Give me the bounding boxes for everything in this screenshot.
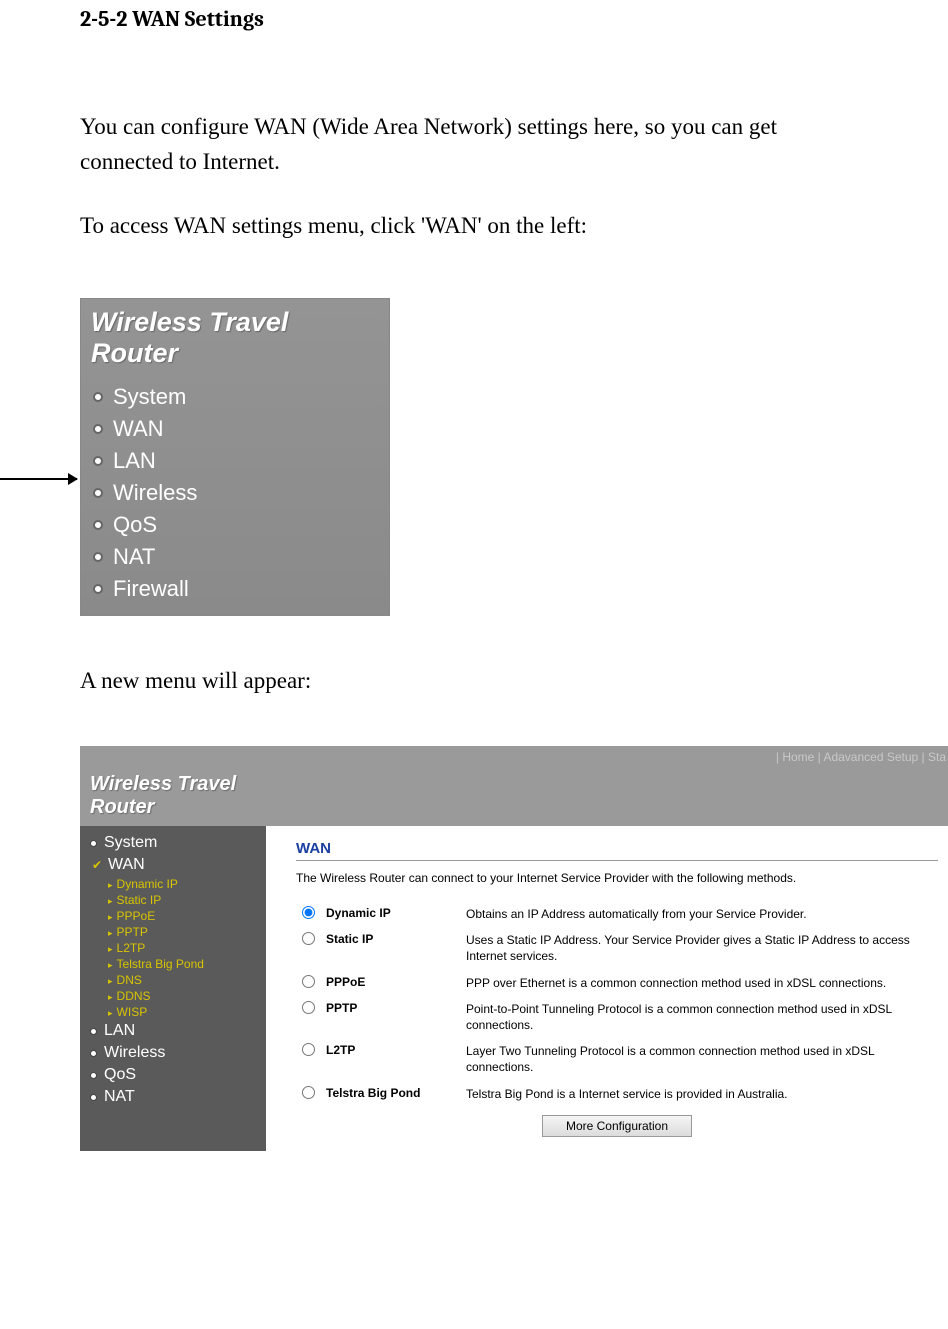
- sidebar-item-label: WAN: [108, 856, 145, 874]
- option-desc: Point-to-Point Tunneling Protocol is a c…: [466, 1001, 938, 1033]
- wan-option-dynamic-ip: Dynamic IP Obtains an IP Address automat…: [296, 901, 938, 927]
- figure-wan-page: | Home | Adavanced Setup | Sta Wireless …: [80, 746, 948, 1151]
- sidebar-item-system[interactable]: System: [80, 832, 266, 854]
- top-links-bar: | Home | Adavanced Setup | Sta: [80, 746, 948, 768]
- option-desc: Layer Two Tunneling Protocol is a common…: [466, 1043, 938, 1075]
- pointer-arrow: [0, 478, 77, 480]
- option-desc: Uses a Static IP Address. Your Service P…: [466, 932, 938, 964]
- radio-pppoe[interactable]: [302, 975, 315, 988]
- bullet-icon: [93, 392, 103, 402]
- sidebar-item-lan[interactable]: LAN: [80, 1020, 266, 1042]
- section-heading: 2-5-2 WAN Settings: [80, 6, 868, 32]
- bullet-icon: [90, 1072, 97, 1079]
- radio-static-ip[interactable]: [302, 932, 315, 945]
- sidebar-item-label: LAN: [104, 1022, 135, 1040]
- wan-option-telstra: Telstra Big Pond Telstra Big Pond is a I…: [296, 1081, 938, 1107]
- sidebar-item-label: LAN: [113, 448, 156, 474]
- sidebar-item-label: System: [104, 834, 157, 852]
- bullet-icon: [90, 1050, 97, 1057]
- sidebar-sub-dns[interactable]: DNS: [80, 972, 266, 988]
- router-header-line2: Router: [90, 796, 154, 818]
- sidebar-list: System WAN LAN Wireless QoS NAT Firewall: [81, 375, 389, 615]
- sidebar-item-label: Wireless: [113, 480, 197, 506]
- router-header-line1: Wireless Travel: [90, 773, 236, 795]
- radio-telstra[interactable]: [302, 1086, 315, 1099]
- sidebar-item-nat[interactable]: NAT: [81, 541, 389, 573]
- sidebar-item-label: WAN: [113, 416, 164, 442]
- router-title-line2: Router: [91, 338, 178, 368]
- intro-paragraph-1: You can configure WAN (Wide Area Network…: [80, 110, 868, 179]
- sidebar-item-label: QoS: [113, 512, 157, 538]
- option-name: Dynamic IP: [326, 906, 466, 920]
- option-name: L2TP: [326, 1043, 466, 1057]
- sidebar-item-qos[interactable]: QoS: [81, 509, 389, 541]
- wan-option-pppoe: PPPoE PPP over Ethernet is a common conn…: [296, 970, 938, 996]
- sidebar-sub-wisp[interactable]: WISP: [80, 1004, 266, 1020]
- sidebar-item-lan[interactable]: LAN: [81, 445, 389, 477]
- router-header: Wireless Travel Router: [80, 768, 948, 826]
- figure-sidebar-menu: Wireless Travel Router System WAN LAN Wi…: [80, 298, 390, 616]
- sidebar-item-wan[interactable]: WAN: [81, 413, 389, 445]
- sidebar-item-qos[interactable]: QoS: [80, 1064, 266, 1086]
- radio-l2tp[interactable]: [302, 1043, 315, 1056]
- wan-description: The Wireless Router can connect to your …: [296, 871, 938, 885]
- sidebar-item-label: NAT: [104, 1088, 135, 1106]
- sidebar-item-system[interactable]: System: [81, 381, 389, 413]
- sidebar-sub-dynamic-ip[interactable]: Dynamic IP: [80, 876, 266, 892]
- option-name: Telstra Big Pond: [326, 1086, 466, 1100]
- bullet-icon: [93, 552, 103, 562]
- sidebar-item-nat[interactable]: NAT: [80, 1086, 266, 1108]
- radio-pptp[interactable]: [302, 1001, 315, 1014]
- sidebar-item-label: Wireless: [104, 1044, 165, 1062]
- wan-option-pptp: PPTP Point-to-Point Tunneling Protocol i…: [296, 996, 938, 1038]
- bullet-icon: [90, 1094, 97, 1101]
- bullet-icon: [90, 1028, 97, 1035]
- option-desc: Obtains an IP Address automatically from…: [466, 906, 938, 922]
- option-name: Static IP: [326, 932, 466, 946]
- option-desc: Telstra Big Pond is a Internet service i…: [466, 1086, 938, 1102]
- sidebar-sub-pptp[interactable]: PPTP: [80, 924, 266, 940]
- router-title-line1: Wireless Travel: [91, 307, 288, 337]
- bullet-icon: [93, 584, 103, 594]
- sidebar-sub-pppoe[interactable]: PPPoE: [80, 908, 266, 924]
- sidebar-item-wan-selected[interactable]: ✔ WAN: [80, 854, 266, 876]
- option-name: PPPoE: [326, 975, 466, 989]
- check-icon: ✔: [90, 859, 104, 871]
- wan-option-l2tp: L2TP Layer Two Tunneling Protocol is a c…: [296, 1038, 938, 1080]
- sidebar-item-wireless[interactable]: Wireless: [81, 477, 389, 509]
- option-name: PPTP: [326, 1001, 466, 1015]
- sidebar-item-label: QoS: [104, 1066, 136, 1084]
- sidebar-item-firewall[interactable]: Firewall: [81, 573, 389, 605]
- wan-option-static-ip: Static IP Uses a Static IP Address. Your…: [296, 927, 938, 969]
- radio-dynamic-ip[interactable]: [302, 906, 315, 919]
- divider: [296, 860, 938, 861]
- bullet-icon: [93, 424, 103, 434]
- wan-title: WAN: [296, 840, 938, 857]
- bullet-icon: [93, 488, 103, 498]
- intro-paragraph-3: A new menu will appear:: [80, 664, 868, 699]
- bullet-icon: [93, 456, 103, 466]
- intro-paragraph-2: To access WAN settings menu, click 'WAN'…: [80, 209, 868, 244]
- sidebar-item-wireless[interactable]: Wireless: [80, 1042, 266, 1064]
- sidebar-sub-ddns[interactable]: DDNS: [80, 988, 266, 1004]
- sidebar-item-label: NAT: [113, 544, 155, 570]
- sidebar-item-label: Firewall: [113, 576, 189, 602]
- sidebar-sub-telstra[interactable]: Telstra Big Pond: [80, 956, 266, 972]
- option-desc: PPP over Ethernet is a common connection…: [466, 975, 938, 991]
- wan-options-table: Dynamic IP Obtains an IP Address automat…: [296, 901, 938, 1107]
- more-configuration-button[interactable]: More Configuration: [542, 1115, 692, 1137]
- sidebar-item-label: System: [113, 384, 186, 410]
- sidebar: System ✔ WAN Dynamic IP Static IP PPPoE P…: [80, 826, 266, 1151]
- router-title: Wireless Travel Router: [81, 299, 389, 375]
- sidebar-sub-l2tp[interactable]: L2TP: [80, 940, 266, 956]
- bullet-icon: [93, 520, 103, 530]
- bullet-icon: [90, 840, 97, 847]
- main-content: WAN The Wireless Router can connect to y…: [266, 826, 948, 1151]
- sidebar-sub-static-ip[interactable]: Static IP: [80, 892, 266, 908]
